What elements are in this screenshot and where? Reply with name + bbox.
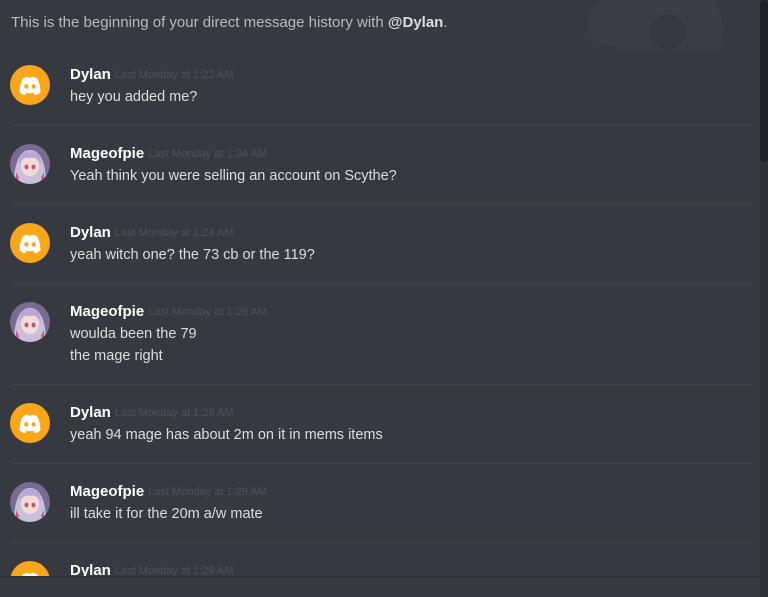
anime-character-avatar: [10, 302, 50, 342]
message-timestamp: Last Monday at 1:24 AM: [148, 148, 267, 160]
history-header-suffix: .: [443, 14, 448, 31]
author-name[interactable]: Mageofpie: [70, 483, 144, 500]
user-mention[interactable]: @Dylan: [388, 14, 443, 31]
message-divider: [11, 204, 752, 205]
message-author[interactable]: Dylan Last Monday at 1:24 AM: [70, 224, 234, 241]
avatar[interactable]: [10, 403, 50, 443]
message-divider: [11, 125, 752, 126]
message-divider: [11, 384, 752, 385]
message-timestamp: Last Monday at 1:29 AM: [148, 486, 267, 498]
message-author[interactable]: Dylan Last Monday at 1:26 AM: [70, 404, 234, 421]
message-timestamp: Last Monday at 1:24 AM: [114, 227, 234, 239]
message-author[interactable]: Mageofpie Last Monday at 1:24 AM: [70, 145, 267, 162]
author-name[interactable]: Mageofpie: [70, 145, 144, 162]
message-author[interactable]: Mageofpie Last Monday at 1:26 AM: [70, 303, 267, 320]
message-text: Yeah think you were selling an account o…: [70, 168, 397, 184]
message-text: woulda been the 79: [70, 326, 197, 342]
message-text: the mage right: [70, 348, 163, 364]
anime-character-avatar: [10, 144, 50, 184]
history-header-prefix: This is the beginning of your direct mes…: [11, 14, 388, 31]
dm-chat-area[interactable]: This is the beginning of your direct mes…: [0, 0, 768, 597]
message-divider: [11, 542, 752, 543]
message-timestamp: Last Monday at 1:22 AM: [114, 69, 234, 81]
message-author[interactable]: Dylan Last Monday at 1:22 AM: [70, 66, 234, 83]
message-text: yeah witch one? the 73 cb or the 119?: [70, 247, 315, 263]
discord-default-avatar-icon: [19, 234, 41, 254]
message-timestamp: Last Monday at 1:26 AM: [114, 407, 234, 419]
anime-character-avatar: [10, 482, 50, 522]
discord-default-avatar-icon: [19, 414, 41, 434]
avatar[interactable]: [10, 65, 50, 105]
message-text: hey you added me?: [70, 89, 198, 105]
message-text: ill take it for the 20m a/w mate: [70, 506, 263, 522]
author-name[interactable]: Dylan: [70, 224, 111, 241]
message-author[interactable]: Mageofpie Last Monday at 1:29 AM: [70, 483, 267, 500]
author-name[interactable]: Mageofpie: [70, 303, 144, 320]
author-name[interactable]: Dylan: [70, 66, 111, 83]
header-decoration-icon: [588, 0, 723, 50]
message-text: yeah 94 mage has about 2m on it in mems …: [70, 427, 383, 443]
chat-bottom-edge: [0, 576, 768, 597]
avatar[interactable]: [10, 223, 50, 263]
message-divider: [11, 463, 752, 464]
message-timestamp: Last Monday at 1:26 AM: [148, 306, 267, 318]
avatar[interactable]: [10, 482, 50, 522]
avatar[interactable]: [10, 302, 50, 342]
message-divider: [11, 283, 752, 284]
avatar[interactable]: [10, 144, 50, 184]
dm-history-header: This is the beginning of your direct mes…: [11, 14, 448, 31]
scrollbar-thumb[interactable]: [760, 0, 768, 162]
discord-default-avatar-icon: [19, 76, 41, 96]
author-name[interactable]: Dylan: [70, 404, 111, 421]
